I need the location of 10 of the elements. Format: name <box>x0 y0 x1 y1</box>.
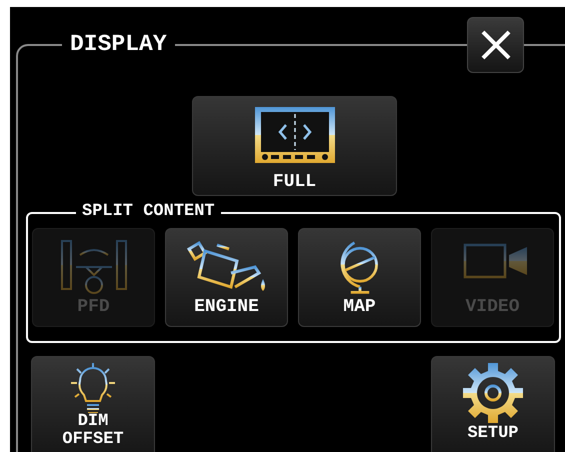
setup-button[interactable]: SETUP <box>431 356 555 452</box>
map-button[interactable]: MAP <box>298 228 421 327</box>
light-bulb-icon <box>68 361 118 413</box>
full-button[interactable]: FULL <box>192 96 397 196</box>
gear-icon <box>461 361 525 425</box>
engine-button[interactable]: ENGINE <box>165 228 288 327</box>
full-screen-icon <box>252 105 336 165</box>
dim-offset-button[interactable]: DIM OFFSET <box>31 356 155 452</box>
close-button[interactable] <box>467 17 524 73</box>
close-icon <box>480 30 510 60</box>
